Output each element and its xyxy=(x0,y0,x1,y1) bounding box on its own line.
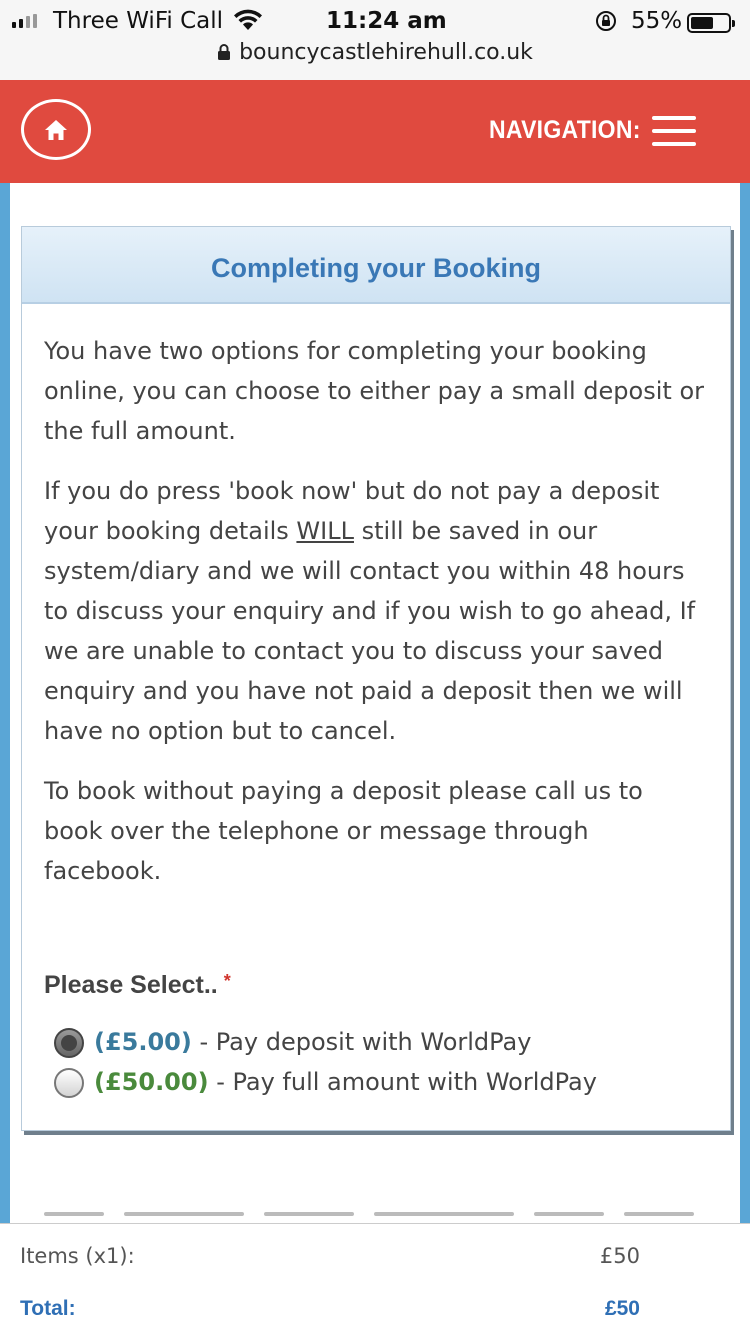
items-row: Items (x1): £50 xyxy=(20,1244,640,1268)
deposit-info-emphasis: WILL xyxy=(296,517,354,545)
deposit-option-label: - Pay deposit with WorldPay xyxy=(191,1028,532,1056)
full-amount-price: (£50.00) xyxy=(94,1068,209,1096)
total-value: £50 xyxy=(604,1297,640,1320)
full-amount-option[interactable]: (£50.00) - Pay full amount with WorldPay xyxy=(44,1062,708,1102)
full-amount-radio[interactable] xyxy=(54,1068,84,1098)
phone-booking-paragraph: To book without paying a deposit please … xyxy=(44,777,643,885)
payment-select-text: Please Select.. xyxy=(44,971,218,999)
booking-panel: Completing your Booking You have two opt… xyxy=(21,226,731,1131)
payment-select-label: Please Select.. * xyxy=(44,971,708,1000)
panel-header: Completing your Booking xyxy=(22,227,730,304)
address-bar[interactable]: bouncycastlehirehull.co.uk xyxy=(0,40,750,67)
battery-icon xyxy=(687,13,735,33)
right-border-stripe xyxy=(740,183,750,1223)
home-button[interactable] xyxy=(21,99,91,160)
total-label: Total: xyxy=(20,1297,76,1320)
total-row: Total: £50 xyxy=(20,1297,640,1321)
items-label: Items (x1): xyxy=(20,1244,135,1268)
deposit-price: (£5.00) xyxy=(94,1028,192,1056)
deposit-info-paragraph: If you do press 'book now' but do not pa… xyxy=(44,471,708,751)
full-amount-option-label: - Pay full amount with WorldPay xyxy=(208,1068,597,1096)
url-text: bouncycastlehirehull.co.uk xyxy=(239,40,533,65)
panel-title: Completing your Booking xyxy=(211,253,541,283)
payment-options: (£5.00) - Pay deposit with WorldPay (£50… xyxy=(44,1022,708,1102)
items-value: £50 xyxy=(599,1244,640,1268)
deposit-option[interactable]: (£5.00) - Pay deposit with WorldPay xyxy=(44,1022,708,1062)
wifi-icon xyxy=(232,8,264,38)
deposit-info-text-b: still be saved in our system/diary and w… xyxy=(44,517,696,745)
order-summary: Items (x1): £50 Total: £50 xyxy=(0,1223,750,1334)
intro-paragraph: You have two options for completing your… xyxy=(44,337,704,445)
carrier-name: Three WiFi Call xyxy=(53,8,224,34)
clock: 11:24 am xyxy=(326,8,447,34)
left-border-stripe xyxy=(0,183,10,1223)
site-header: NAVIGATION: xyxy=(0,80,750,183)
navigation-label[interactable]: NAVIGATION: xyxy=(489,116,641,145)
hamburger-menu-icon[interactable] xyxy=(652,116,696,146)
status-bar: Three WiFi Call 11:24 am 55% bouncycastl… xyxy=(0,0,750,80)
deposit-radio[interactable] xyxy=(54,1028,84,1058)
padlock-icon xyxy=(217,42,231,67)
battery-percent: 55% xyxy=(631,8,683,34)
required-marker: * xyxy=(223,971,231,991)
rotation-lock-icon xyxy=(594,9,618,39)
home-icon xyxy=(45,119,67,140)
